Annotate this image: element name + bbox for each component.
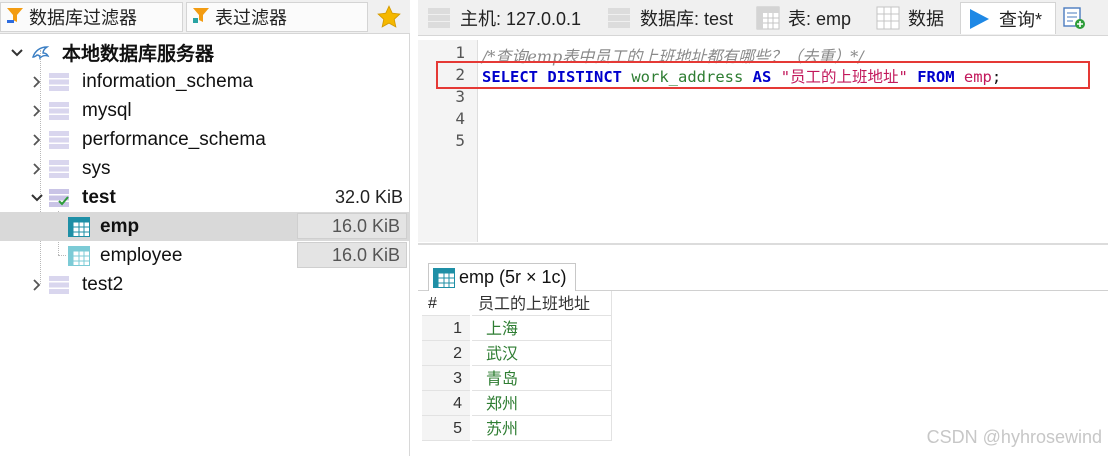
tree-item-label: emp: [100, 215, 140, 237]
tree-item-information-schema[interactable]: information_schema: [0, 67, 409, 96]
tree-item-label: employee: [100, 244, 183, 266]
tab-label: 主机: 127.0.0.1: [460, 9, 582, 29]
line-number: 5: [455, 131, 465, 150]
database-icon: [49, 72, 69, 91]
table-filter-tab[interactable]: 表过滤器: [186, 2, 368, 32]
query-highlight-box: [436, 61, 1090, 89]
main-tab-bar: 主机: 127.0.0.1 数据库: test 表: emp 数据 查询*: [418, 0, 1108, 36]
line-number: 1: [455, 43, 465, 62]
filter-bar: 数据库过滤器 表过滤器: [0, 0, 410, 34]
favorite-star-icon[interactable]: [376, 4, 402, 30]
tab-table[interactable]: 表: emp: [756, 2, 866, 34]
new-query-icon: [1063, 7, 1085, 29]
database-filter-label: 数据库过滤器: [29, 8, 137, 28]
server-icon: [428, 8, 450, 28]
grid-cell[interactable]: 青岛: [472, 366, 612, 391]
tree-item-emp[interactable]: emp 16.0 KiB: [0, 212, 409, 241]
table-icon: [68, 245, 90, 266]
filter-icon: [191, 5, 211, 30]
tree-item-employee[interactable]: employee 16.0 KiB: [0, 241, 409, 270]
tab-label: 数据库: test: [640, 9, 734, 29]
tree-item-test[interactable]: test 32.0 KiB: [0, 183, 409, 212]
row-number: 4: [422, 391, 470, 416]
grid-cell[interactable]: 武汉: [472, 341, 612, 366]
data-grid-icon: [876, 6, 900, 30]
table-filter-label: 表过滤器: [215, 8, 287, 28]
database-active-icon: [49, 188, 69, 207]
tree-item-mysql[interactable]: mysql: [0, 96, 409, 125]
grid-cell[interactable]: 郑州: [472, 391, 612, 416]
tree-item-test2[interactable]: test2: [0, 270, 409, 299]
tree-item-label: mysql: [82, 99, 132, 121]
tree-item-sys[interactable]: sys: [0, 154, 409, 183]
tree-item-performance-schema[interactable]: performance_schema: [0, 125, 409, 154]
database-icon: [49, 159, 69, 178]
chevron-down-icon[interactable]: [10, 46, 24, 60]
tab-label: 查询*: [999, 9, 1043, 30]
result-tab[interactable]: emp (5r × 1c): [428, 263, 576, 291]
row-number: 3: [422, 366, 470, 391]
row-number: 2: [422, 341, 470, 366]
grid-cell[interactable]: 苏州: [472, 416, 612, 441]
left-panel: 数据库过滤器 表过滤器 本地数据库服务器 information_schema: [0, 0, 410, 456]
filter-icon: [5, 5, 25, 30]
watermark: CSDN @hyhrosewind: [926, 427, 1102, 447]
tree-item-label: test: [82, 186, 116, 208]
tree-item-label: performance_schema: [82, 128, 266, 150]
table-icon: [433, 267, 455, 288]
tree-item-label: test2: [82, 273, 124, 295]
table-size: 16.0 KiB: [297, 213, 407, 239]
tree-item-label: information_schema: [82, 70, 254, 92]
tree-root-server[interactable]: 本地数据库服务器: [0, 38, 409, 67]
chevron-right-icon[interactable]: [30, 162, 44, 176]
database-icon: [49, 130, 69, 149]
grid-cell[interactable]: 上海: [472, 316, 612, 341]
new-query-tab-button[interactable]: [1062, 2, 1090, 34]
dolphin-server-icon: [32, 45, 50, 60]
column-header[interactable]: 员工的上班地址: [472, 291, 612, 316]
database-icon: [49, 275, 69, 294]
tab-label: 表: emp: [788, 9, 852, 29]
row-number-header: #: [422, 291, 470, 316]
chevron-right-icon[interactable]: [30, 133, 44, 147]
chevron-right-icon[interactable]: [30, 278, 44, 292]
chevron-right-icon[interactable]: [30, 104, 44, 118]
chevron-down-icon[interactable]: [30, 191, 44, 205]
result-tab-label: emp (5r × 1c): [459, 267, 567, 287]
row-number: 5: [422, 416, 470, 441]
result-panel: emp (5r × 1c) # 员工的上班地址 1 上海 2 武汉 3 青岛 4…: [418, 245, 1108, 456]
chevron-right-icon[interactable]: [30, 75, 44, 89]
tab-label: 数据: [908, 9, 944, 29]
database-filter-tab[interactable]: 数据库过滤器: [0, 2, 183, 32]
tree-item-label: sys: [82, 157, 111, 179]
row-number: 1: [422, 316, 470, 341]
table-size: 16.0 KiB: [297, 242, 407, 268]
tree-root-label: 本地数据库服务器: [62, 44, 215, 65]
database-icon: [49, 101, 69, 120]
tab-query[interactable]: 查询*: [960, 2, 1056, 34]
database-icon: [608, 8, 630, 28]
tab-host[interactable]: 主机: 127.0.0.1: [422, 2, 598, 34]
tab-database[interactable]: 数据库: test: [606, 2, 746, 34]
line-number: 4: [455, 109, 465, 128]
table-icon: [68, 216, 90, 237]
database-size: 32.0 KiB: [334, 187, 403, 207]
table-grid-icon: [756, 6, 780, 30]
tab-data[interactable]: 数据: [876, 2, 958, 34]
line-number: 3: [455, 87, 465, 106]
result-tab-row: emp (5r × 1c): [418, 261, 1108, 291]
play-icon: [970, 8, 989, 29]
